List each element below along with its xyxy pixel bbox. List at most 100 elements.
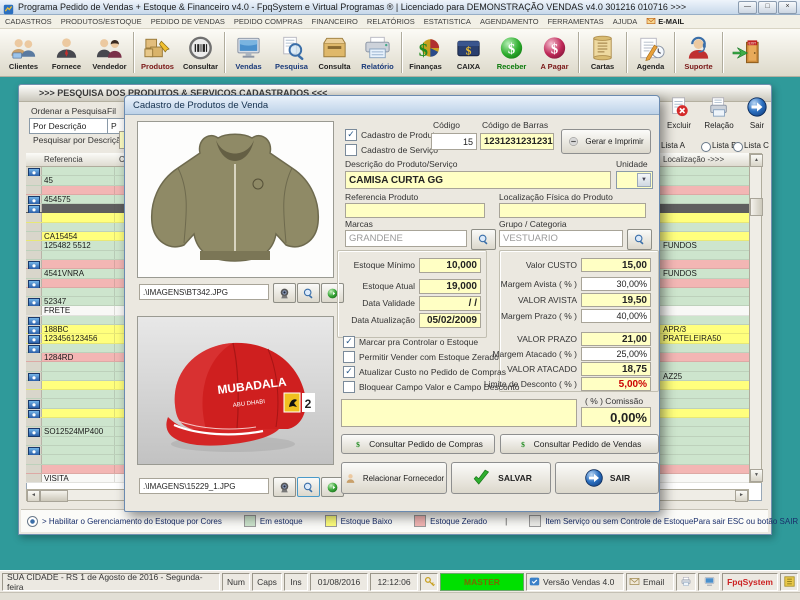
save-button[interactable]: SALVAR: [451, 462, 551, 494]
toolbar-button-caixa[interactable]: $ CAIXA: [447, 30, 490, 75]
field-margem-atacado[interactable]: 25,00%: [581, 347, 651, 361]
scroll-left-icon[interactable]: ◄: [27, 490, 40, 502]
description-field[interactable]: CAMISA CURTA GG: [345, 171, 611, 189]
menu-item-ferramentas[interactable]: FERRAMENTAS: [548, 17, 604, 26]
commission-field[interactable]: 0,00%: [581, 407, 651, 427]
webcam-button-1[interactable]: [273, 283, 296, 303]
checkbox-icon[interactable]: [345, 144, 357, 156]
checkbox-marcar-pra-controlar-o-estoque[interactable]: ✓ Marcar pra Controlar o Estoque: [343, 336, 478, 348]
checkbox-permitir-vender-com-estoque-zerado[interactable]: Permitir Vender com Estoque Zerado: [343, 351, 499, 363]
close-button[interactable]: ×: [778, 1, 797, 14]
toolbar-button-cartas[interactable]: Cartas: [581, 30, 624, 75]
checkbox-cadastro-de-produtos[interactable]: ✓ Cadastro de Produtos: [345, 129, 444, 141]
toolbar-button-a-pagar[interactable]: $ A Pagar: [533, 30, 576, 75]
scroll-down-icon[interactable]: ▼: [750, 469, 763, 482]
toolbar-button-receber[interactable]: $ Receber: [490, 30, 533, 75]
color-management-toggle[interactable]: [27, 516, 38, 527]
toolbar-button-suporte[interactable]: Suporte: [677, 30, 720, 75]
checkbox-bloquear-campo-valor-e-campo-desconto[interactable]: Bloquear Campo Valor e Campo Desconto: [343, 381, 519, 393]
chevron-down-icon[interactable]: ▼: [637, 173, 651, 187]
maximize-button[interactable]: □: [758, 1, 777, 14]
toolbar-button-agenda[interactable]: Agenda: [629, 30, 672, 75]
menu-item-agendamento[interactable]: AGENDAMENTO: [480, 17, 539, 26]
checkbox-icon[interactable]: [343, 381, 355, 393]
exit-dialog-button[interactable]: SAIR: [555, 462, 659, 494]
toolbar-button-item[interactable]: EXIT: [725, 30, 768, 75]
consult-sales-orders-button[interactable]: $ Consultar Pedido de Vendas: [500, 434, 659, 454]
field-margem-avista[interactable]: 30,00%: [581, 277, 651, 291]
toolbar-button-pesquisa[interactable]: Pesquisa: [270, 30, 313, 75]
checkbox-icon[interactable]: [343, 351, 355, 363]
field-valor-prazo[interactable]: 21,00: [581, 332, 651, 346]
toolbar-button-fornece[interactable]: Fornece: [45, 30, 88, 75]
codigo-field[interactable]: 15: [431, 133, 477, 150]
zoom-image-button-2[interactable]: [297, 477, 320, 497]
menu-item-cadastros[interactable]: CADASTROS: [5, 17, 52, 26]
field-data-atualiza-o[interactable]: 05/02/2009: [419, 313, 481, 328]
checkbox-icon[interactable]: ✓: [343, 336, 355, 348]
zoom-image-button-1[interactable]: [297, 283, 320, 303]
scroll-up-icon[interactable]: ▲: [750, 154, 763, 167]
barcode-field[interactable]: 1231231231231: [480, 133, 554, 150]
menu-item-email[interactable]: E-MAIL: [646, 17, 684, 27]
printer-icon[interactable]: [676, 573, 696, 591]
dialog-title-bar[interactable]: Cadastro de Produtos de Venda: [125, 96, 659, 115]
field-margem-prazo[interactable]: 40,00%: [581, 309, 651, 323]
toolbar-button-finan-as[interactable]: $ Finanças: [404, 30, 447, 75]
radio-lista-b[interactable]: [701, 142, 711, 152]
minimize-button[interactable]: —: [738, 1, 757, 14]
image-path-2[interactable]: .\IMAGENS\15229_1.JPG: [139, 478, 269, 494]
menu-item-pedido-compras[interactable]: PEDIDO COMPRAS: [234, 17, 303, 26]
checkbox-cadastro-de-servi-o[interactable]: Cadastro de Serviço: [345, 144, 438, 156]
generate-print-button[interactable]: Gerar e Imprimir: [561, 129, 651, 154]
toolbar-button-relat-rio[interactable]: Relatório: [356, 30, 399, 75]
toolbar-button-clientes[interactable]: Clientes: [2, 30, 45, 75]
physical-location-field[interactable]: [499, 203, 646, 218]
field-limite-de-desconto[interactable]: 5,00%: [581, 377, 651, 391]
horizontal-scroll-thumb[interactable]: [40, 490, 68, 502]
vertical-scroll-thumb[interactable]: [750, 198, 763, 216]
field-data-validade[interactable]: / /: [419, 296, 481, 311]
webcam-button-2[interactable]: [273, 477, 296, 497]
checkbox-atualizar-custo-no-pedido-de-compras[interactable]: ✓ Atualizar Custo no Pedido de Compras: [343, 366, 506, 378]
toolbar-button-vendas[interactable]: Vendas: [227, 30, 270, 75]
field-estoque-atual[interactable]: 19,000: [419, 279, 481, 294]
toolbar-button-produtos[interactable]: Produtos: [136, 30, 179, 75]
monitor-icon[interactable]: [698, 573, 720, 591]
column-localizacao[interactable]: Localização ->>>: [663, 155, 724, 164]
consult-purchase-orders-button[interactable]: $ Consultar Pedido de Compras: [341, 434, 495, 454]
action-rela-o[interactable]: Relação: [699, 96, 739, 130]
vertical-scrollbar[interactable]: ▲ ▼: [749, 153, 762, 483]
link-supplier-button[interactable]: Relacionar Fornecedor: [341, 462, 447, 494]
menu-item-relat-rios[interactable]: RELATÓRIOS: [367, 17, 415, 26]
group-search-button[interactable]: [627, 229, 652, 250]
action-sair[interactable]: Sair: [737, 96, 777, 130]
brands-search-button[interactable]: [471, 229, 496, 250]
menu-item-financeiro[interactable]: FINANCEIRO: [312, 17, 358, 26]
checkbox-icon[interactable]: ✓: [343, 366, 355, 378]
legend-swatch: [529, 515, 541, 527]
field-estoque-m-nimo[interactable]: 10,000: [419, 258, 481, 273]
brands-field[interactable]: GRANDENE: [345, 230, 467, 247]
scroll-right-icon[interactable]: ►: [735, 490, 748, 502]
field-valor-atacado[interactable]: 18,75: [581, 362, 651, 376]
unit-combo[interactable]: ▼: [616, 171, 653, 189]
field-valor-custo[interactable]: 15,00: [581, 258, 651, 272]
toolbar-button-consultar[interactable]: Consultar: [179, 30, 222, 75]
menu-item-produtos-estoque[interactable]: PRODUTOS/ESTOQUE: [61, 17, 142, 26]
toolbar-button-consulta[interactable]: Consulta: [313, 30, 356, 75]
action-excluir[interactable]: Excluir: [659, 96, 699, 130]
image-path-1[interactable]: .\IMAGENS\BT342.JPG: [139, 284, 269, 300]
reference-field[interactable]: [345, 203, 485, 218]
group-category-field[interactable]: VESTUARIO: [499, 230, 623, 247]
toolbar-button-vendedor[interactable]: Vendedor: [88, 30, 131, 75]
menu-item-pedido-de-vendas[interactable]: PEDIDO DE VENDAS: [151, 17, 225, 26]
checkbox-icon[interactable]: ✓: [345, 129, 357, 141]
status-email[interactable]: Email: [626, 573, 674, 591]
field-valor-avista[interactable]: 19,50: [581, 293, 651, 307]
column-referencia[interactable]: Referencia: [44, 155, 83, 164]
notes-field[interactable]: [341, 399, 577, 427]
menu-item-ajuda[interactable]: AJUDA: [613, 17, 638, 26]
radio-lista-c[interactable]: [733, 142, 743, 152]
menu-item-estatistica[interactable]: ESTATISTICA: [424, 17, 471, 26]
